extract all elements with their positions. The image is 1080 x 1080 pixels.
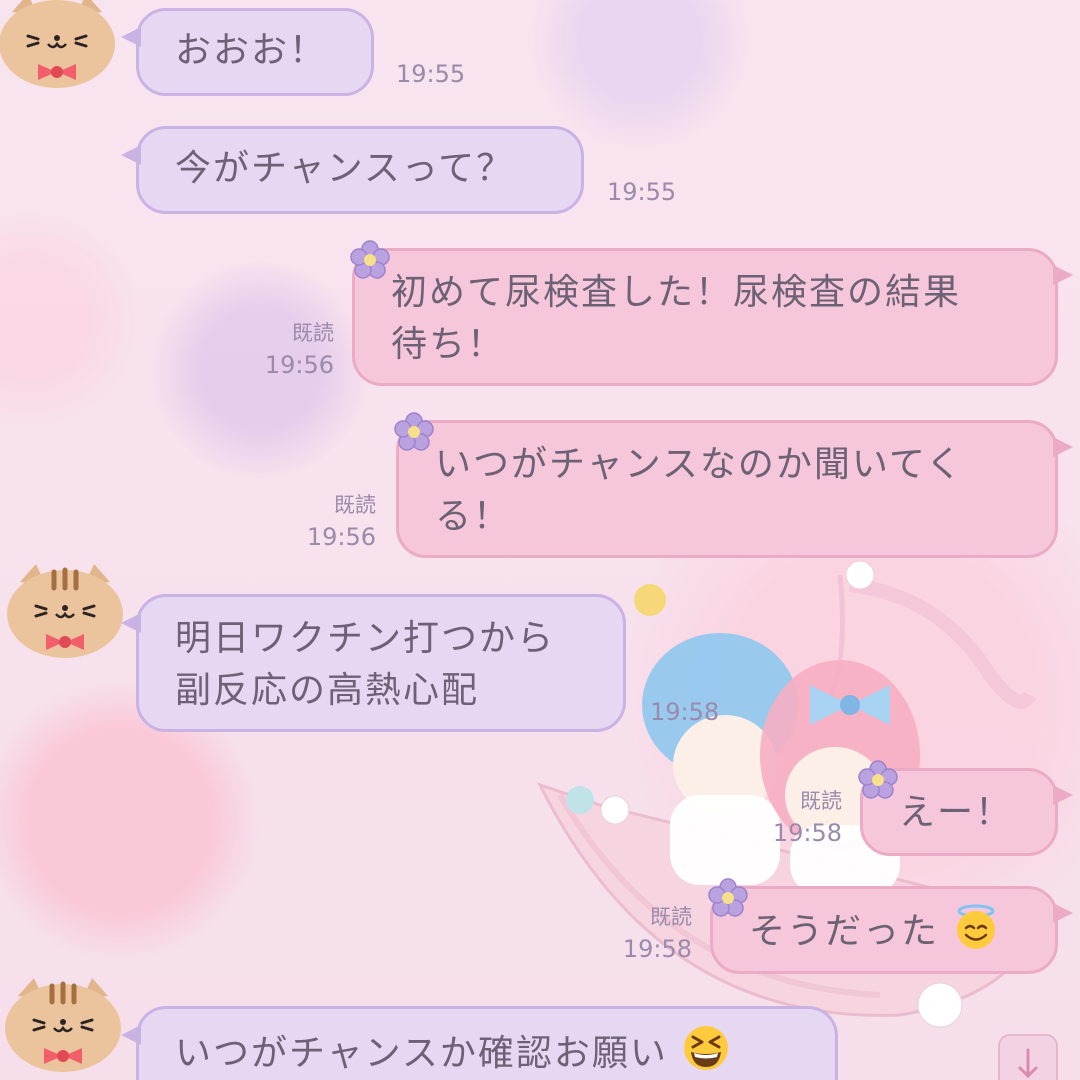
message-meta: 既読 19:58 bbox=[596, 902, 692, 966]
flower-icon bbox=[708, 878, 748, 917]
message-text-line: 明日ワクチン打つから bbox=[175, 618, 556, 659]
smiling-face-with-halo-icon bbox=[957, 904, 996, 949]
message-text: 今がチャンスって？ bbox=[175, 148, 515, 189]
message-text: えー！ bbox=[899, 792, 1014, 833]
message-timestamp: 19:58 bbox=[650, 698, 720, 726]
received-message-bubble[interactable]: 今がチャンスって？ bbox=[121, 126, 584, 214]
cat-avatar-icon[interactable] bbox=[0, 0, 116, 98]
sent-message-bubble[interactable]: いつがチャンスなのか聞いてく る！ bbox=[396, 420, 1073, 558]
message-text: そうだった bbox=[749, 911, 940, 952]
message-text: いつがチャンスか確認お願い bbox=[175, 1033, 668, 1074]
flower-icon bbox=[394, 412, 434, 451]
read-receipt: 既読 bbox=[650, 905, 692, 929]
sent-message-bubble[interactable]: 初めて尿検査した！尿検査の結果 待ち！ bbox=[352, 248, 1073, 386]
message-text: おおお！ bbox=[175, 30, 328, 71]
read-receipt: 既読 bbox=[292, 321, 334, 345]
scroll-down-icon bbox=[1018, 1048, 1038, 1079]
cat-avatar-icon[interactable] bbox=[4, 978, 122, 1080]
received-message-bubble[interactable]: いつがチャンスか確認お願い bbox=[121, 1006, 838, 1080]
cat-avatar-icon[interactable] bbox=[6, 564, 124, 668]
message-timestamp: 19:56 bbox=[264, 351, 334, 379]
message-text-line: 待ち！ bbox=[391, 324, 506, 365]
message-text-line: 副反応の高熱心配 bbox=[175, 670, 480, 711]
message-meta: 既読 19:56 bbox=[238, 318, 334, 382]
message-text-line: いつがチャンスなのか聞いてく bbox=[435, 444, 964, 485]
received-message-bubble[interactable]: おおお！ bbox=[121, 8, 374, 96]
flower-icon bbox=[350, 240, 390, 279]
received-message-bubble[interactable]: 明日ワクチン打つから 副反応の高熱心配 bbox=[121, 594, 626, 732]
flower-icon bbox=[858, 760, 898, 799]
read-receipt: 既読 bbox=[334, 493, 376, 517]
sent-message-bubble[interactable]: そうだった bbox=[710, 886, 1073, 974]
grinning-squinting-face-icon bbox=[684, 1026, 729, 1070]
message-timestamp: 19:55 bbox=[607, 178, 677, 206]
message-meta: 既読 19:56 bbox=[280, 490, 376, 554]
message-timestamp: 19:55 bbox=[396, 60, 466, 88]
message-meta: 既読 19:58 bbox=[746, 786, 842, 850]
read-receipt: 既読 bbox=[800, 789, 842, 813]
message-timestamp: 19:58 bbox=[622, 935, 692, 963]
scroll-down-button[interactable] bbox=[998, 1034, 1058, 1080]
message-text-line: る！ bbox=[435, 496, 512, 537]
message-timestamp: 19:56 bbox=[306, 523, 376, 551]
message-timestamp: 19:58 bbox=[772, 819, 842, 847]
message-text-line: 初めて尿検査した！尿検査の結果 bbox=[391, 272, 962, 313]
